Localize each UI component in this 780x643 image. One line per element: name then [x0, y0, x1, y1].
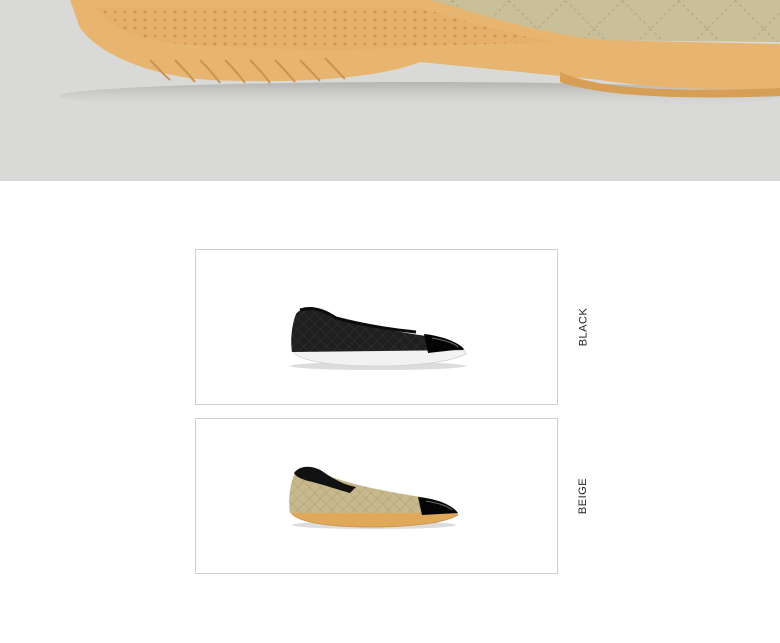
- product-page: BLACK BEIGE: [0, 0, 780, 643]
- hero-shoe-image: [60, 0, 780, 110]
- variant-label-black-text: BLACK: [576, 307, 589, 347]
- variant-card-black[interactable]: [195, 249, 558, 405]
- variant-card-beige[interactable]: [195, 418, 558, 574]
- variant-label-beige: BEIGE: [560, 418, 606, 574]
- beige-shoe-image: [289, 466, 459, 529]
- variant-label-beige-text: BEIGE: [577, 477, 589, 515]
- black-shoe-image: [290, 306, 467, 370]
- hero-product-closeup: [0, 0, 780, 181]
- variant-label-black: BLACK: [560, 249, 606, 405]
